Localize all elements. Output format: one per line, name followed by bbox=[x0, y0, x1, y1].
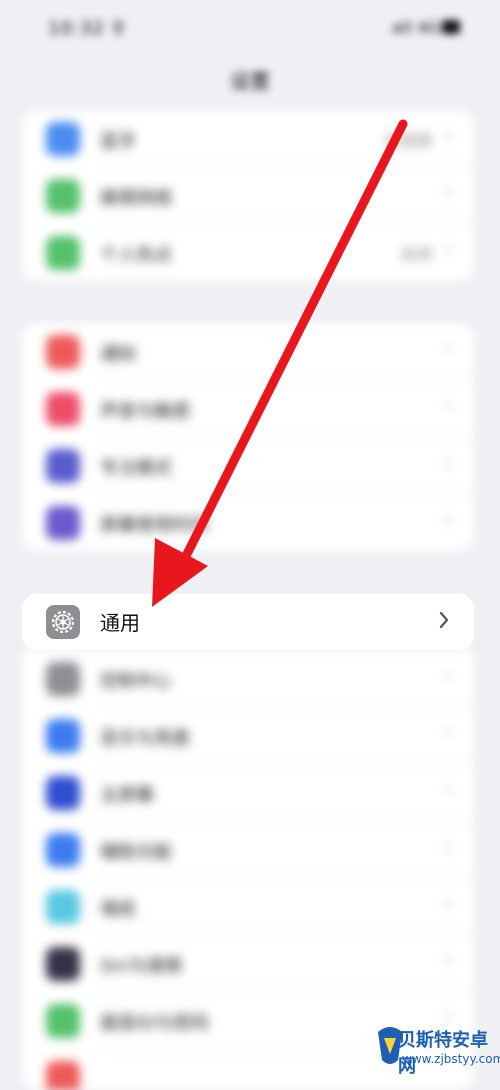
watermark-url: www.zjbstyy.com bbox=[402, 1052, 500, 1066]
red-arrow-annotation bbox=[152, 119, 408, 607]
